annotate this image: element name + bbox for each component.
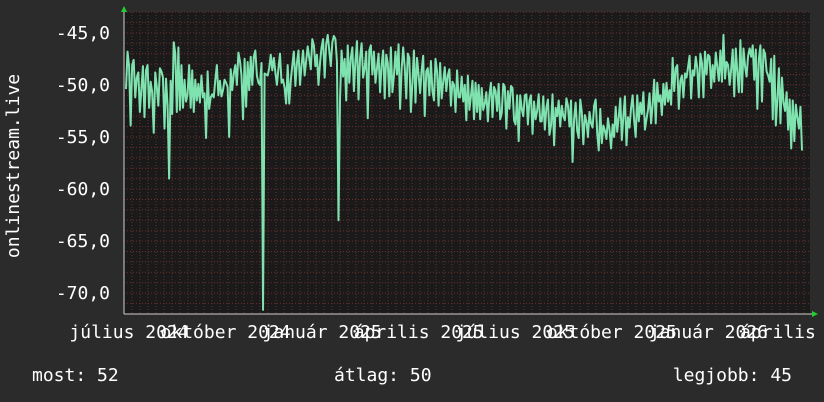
y-tick-label: -60,0 bbox=[56, 179, 110, 200]
x-tick-labels: július 2024október 2024január 2025áprili… bbox=[69, 322, 824, 343]
stat-best: legjobb: 45 bbox=[673, 365, 792, 386]
x-tick-label: április 2026 bbox=[740, 322, 824, 343]
stat-average: átlag: 50 bbox=[334, 365, 432, 386]
y-tick-label: -50,0 bbox=[56, 75, 110, 96]
stat-current: most: 52 bbox=[32, 365, 119, 386]
y-axis-label: onlinestream.live bbox=[3, 74, 24, 258]
y-tick-label: -65,0 bbox=[56, 231, 110, 252]
y-tick-label: -55,0 bbox=[56, 127, 110, 148]
y-tick-label: -70,0 bbox=[56, 283, 110, 304]
chart-canvas: -45,0 -50,0 -55,0 -60,0 -65,0 -70,0 július 20… bbox=[0, 0, 824, 402]
y-tick-label: -45,0 bbox=[56, 23, 110, 44]
